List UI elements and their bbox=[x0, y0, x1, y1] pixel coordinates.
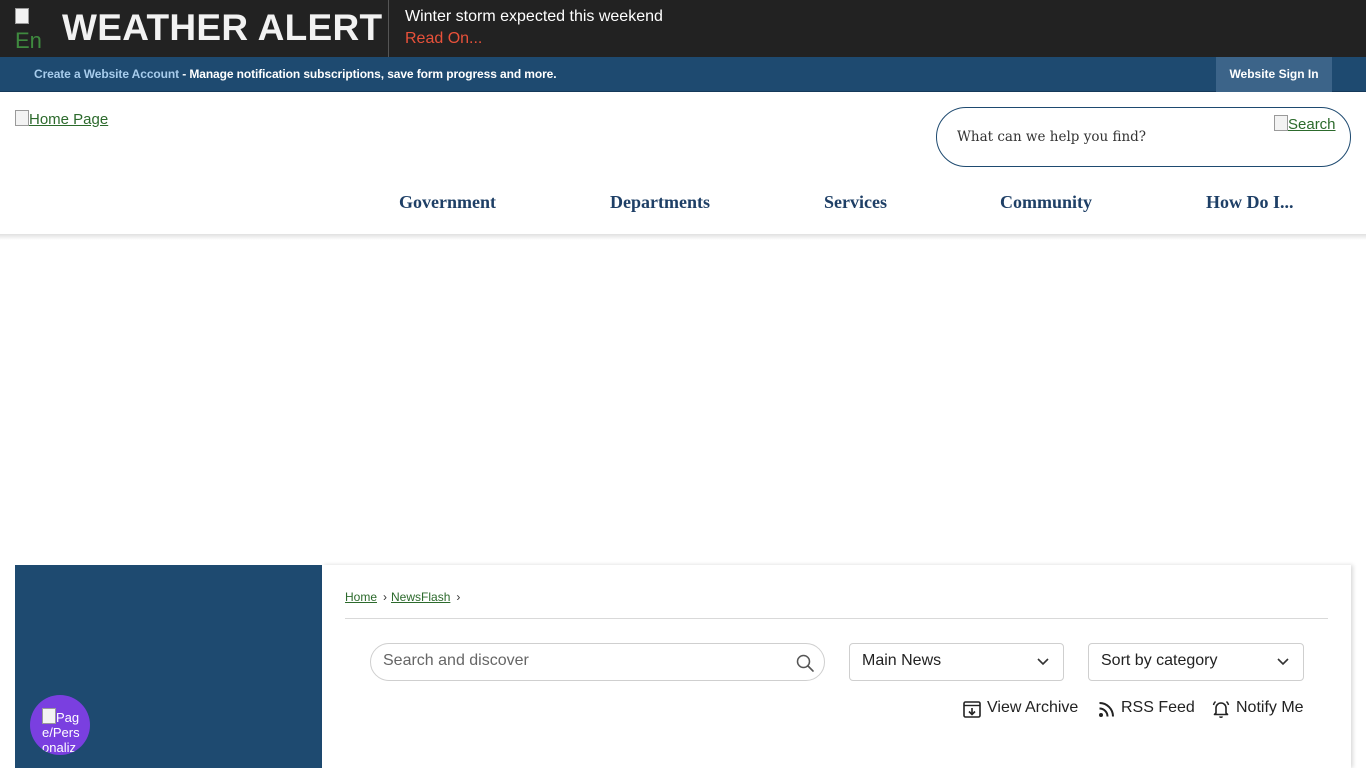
search-alt: Search bbox=[1288, 116, 1336, 133]
nav-item-how-do-i[interactable]: How Do I... bbox=[1206, 192, 1294, 212]
site-search-button[interactable]: Search bbox=[1274, 115, 1336, 133]
sort-select-value: Sort by category bbox=[1101, 652, 1218, 669]
bell-icon bbox=[1212, 700, 1230, 719]
rss-feed-link[interactable]: RSS Feed bbox=[1121, 698, 1195, 718]
breadcrumb: Home › NewsFlash › bbox=[345, 590, 464, 604]
view-archive-link[interactable]: View Archive bbox=[987, 698, 1078, 718]
alert-image-icon: En bbox=[15, 8, 55, 48]
alert-read-on-link[interactable]: Read On... bbox=[405, 29, 482, 48]
breadcrumb-separator: › bbox=[383, 590, 388, 604]
chevron-down-icon bbox=[1277, 658, 1289, 666]
alert-image-alt: En bbox=[15, 28, 42, 49]
breadcrumb-separator: › bbox=[456, 590, 461, 604]
nav-item-departments[interactable]: Departments bbox=[610, 192, 710, 212]
broken-image-icon bbox=[15, 110, 29, 126]
site-search-placeholder: What can we help you find? bbox=[957, 129, 1147, 145]
home-page-alt: Home Page bbox=[29, 111, 109, 128]
account-bar: Create a Website Account - Manage notifi… bbox=[0, 57, 1366, 92]
category-select-value: Main News bbox=[862, 652, 942, 669]
nav-item-services[interactable]: Services bbox=[824, 192, 887, 212]
page-personalization-button[interactable]: Page/Personalization Options bbox=[30, 695, 90, 755]
breadcrumb-home-link[interactable]: Home bbox=[345, 590, 377, 604]
personalization-alt-text: Page/Personalization Options bbox=[42, 710, 80, 755]
header-shadow bbox=[0, 234, 1366, 240]
nav-item-community[interactable]: Community bbox=[1000, 192, 1092, 212]
nav-item-government[interactable]: Government bbox=[399, 192, 496, 212]
weather-alert-bar: En WEATHER ALERT Winter storm expected t… bbox=[0, 0, 1366, 57]
website-sign-in-button[interactable]: Website Sign In bbox=[1216, 57, 1332, 92]
chevron-down-icon bbox=[1037, 658, 1049, 666]
notify-me-link[interactable]: Notify Me bbox=[1236, 698, 1304, 718]
alert-title: WEATHER ALERT bbox=[62, 7, 383, 48]
account-text: Create a Website Account - Manage notifi… bbox=[34, 67, 557, 81]
archive-icon bbox=[963, 701, 981, 718]
account-description: - Manage notification subscriptions, sav… bbox=[178, 67, 557, 81]
breadcrumb-newsflash-link[interactable]: NewsFlash bbox=[391, 590, 450, 604]
search-icon[interactable] bbox=[795, 653, 815, 673]
broken-image-icon bbox=[1274, 115, 1288, 131]
create-account-link[interactable]: Create a Website Account bbox=[34, 67, 179, 81]
broken-image-icon bbox=[15, 8, 29, 24]
alert-divider bbox=[388, 0, 389, 57]
rss-icon bbox=[1099, 702, 1114, 717]
breadcrumb-divider bbox=[345, 618, 1328, 619]
alert-message: Winter storm expected this weekend bbox=[405, 8, 663, 25]
news-search-placeholder: Search and discover bbox=[383, 652, 529, 669]
home-page-logo-link[interactable]: Home Page bbox=[15, 110, 108, 128]
